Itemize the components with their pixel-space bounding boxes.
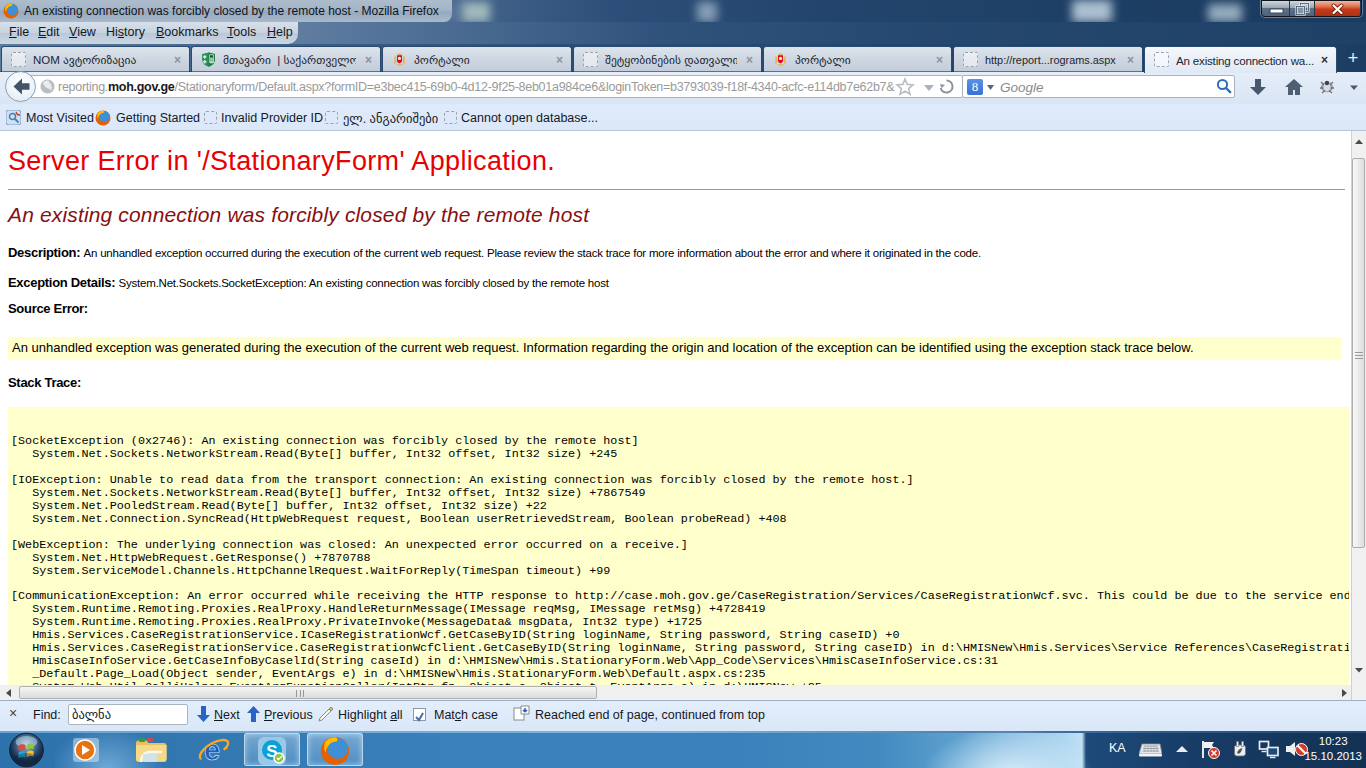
svg-text:e: e bbox=[204, 734, 220, 766]
